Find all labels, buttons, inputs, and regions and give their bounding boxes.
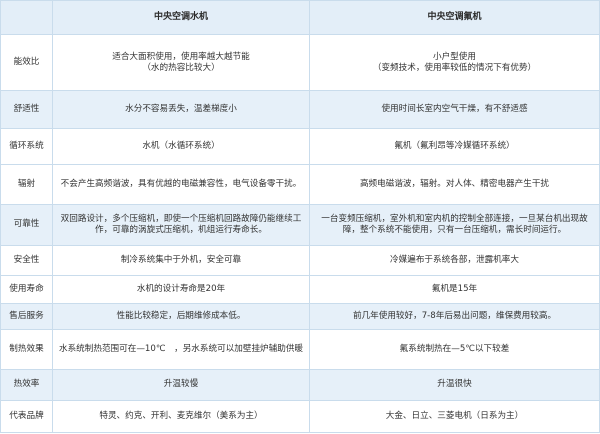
row-label: 舒适性 xyxy=(0,90,53,130)
table-row: 售后服务 性能比较稳定，后期维修成本低。 前几年使用较好，7-8年后易出问题，维… xyxy=(0,302,600,330)
comparison-table: 中央空调水机 中央空调氟机 能效比 适合大面积使用，使用率越大越节能 （水的热容… xyxy=(0,0,600,434)
row-label: 辐射 xyxy=(0,164,53,206)
water-cell: 不会产生高频谐波，具有优越的电磁兼容性，电气设备零干扰。 xyxy=(52,164,310,206)
table-row: 代表品牌 特灵、约克、开利、麦克维尔（美系为主） 大金、日立、三菱电机（日系为主… xyxy=(0,399,600,434)
fluorine-cell: 氟机是15年 xyxy=(309,274,600,304)
fluorine-cell: 小户型使用 （变频技术，使用率较低的情况下有优势） xyxy=(309,34,600,92)
water-cell: 双回路设计，多个压缩机，即使一个压缩机回路故障仍能继续工作，可靠的涡旋式压缩机，… xyxy=(52,204,310,246)
row-label: 安全性 xyxy=(0,244,53,276)
fluorine-cell: 高频电磁谐波，辐射。对人体、精密电器产生干扰 xyxy=(309,164,600,206)
row-label: 循环系统 xyxy=(0,128,53,166)
fluorine-cell: 使用时间长室内空气干燥，有不舒适感 xyxy=(309,90,600,130)
table-row: 辐射 不会产生高频谐波，具有优越的电磁兼容性，电气设备零干扰。 高频电磁谐波，辐… xyxy=(0,164,600,206)
header-label-cell xyxy=(0,0,53,36)
header-water-cell: 中央空调水机 xyxy=(52,0,310,36)
water-cell: 水系统制热范围可在—10℃ ，另水系统可以加壁挂炉辅助供暖 xyxy=(52,328,310,370)
table-row: 制热效果 水系统制热范围可在—10℃ ，另水系统可以加壁挂炉辅助供暖 氟系统制热… xyxy=(0,328,600,370)
table-row: 使用寿命 水机的设计寿命是20年 氟机是15年 xyxy=(0,274,600,304)
row-label: 可靠性 xyxy=(0,204,53,246)
fluorine-cell: 冷媒遍布于系统各部，泄露机率大 xyxy=(309,244,600,276)
fluorine-cell: 氟系统制热在—5℃以下较差 xyxy=(309,328,600,370)
table-row: 可靠性 双回路设计，多个压缩机，即使一个压缩机回路故障仍能继续工作，可靠的涡旋式… xyxy=(0,204,600,246)
fluorine-cell: 氟机（氟利昂等冷媒循环系统） xyxy=(309,128,600,166)
row-label: 售后服务 xyxy=(0,302,53,330)
row-label: 热效率 xyxy=(0,368,53,401)
water-cell: 适合大面积使用，使用率越大越节能 （水的热容比较大） xyxy=(52,34,310,92)
water-cell: 水机的设计寿命是20年 xyxy=(52,274,310,304)
header-fluorine-cell: 中央空调氟机 xyxy=(309,0,600,36)
row-label: 代表品牌 xyxy=(0,399,53,434)
table-row: 热效率 升温较慢 升温很快 xyxy=(0,368,600,401)
water-cell: 升温较慢 xyxy=(52,368,310,401)
table-row: 能效比 适合大面积使用，使用率越大越节能 （水的热容比较大） 小户型使用 （变频… xyxy=(0,34,600,92)
row-label: 使用寿命 xyxy=(0,274,53,304)
header-row: 中央空调水机 中央空调氟机 xyxy=(0,0,600,36)
fluorine-cell: 前几年使用较好，7-8年后易出问题，维保费用较高。 xyxy=(309,302,600,330)
fluorine-cell: 一台变频压缩机，室外机和室内机的控制全部连接，一旦某台机出现故障，整个系统不能使… xyxy=(309,204,600,246)
table-row: 舒适性 水分不容易丢失，温差梯度小 使用时间长室内空气干燥，有不舒适感 xyxy=(0,90,600,130)
row-label: 制热效果 xyxy=(0,328,53,370)
table-row: 安全性 制冷系统集中于外机，安全可靠 冷媒遍布于系统各部，泄露机率大 xyxy=(0,244,600,276)
table-row: 循环系统 水机（水循环系统） 氟机（氟利昂等冷媒循环系统） xyxy=(0,128,600,166)
water-cell: 性能比较稳定，后期维修成本低。 xyxy=(52,302,310,330)
water-cell: 制冷系统集中于外机，安全可靠 xyxy=(52,244,310,276)
water-cell: 水机（水循环系统） xyxy=(52,128,310,166)
water-cell: 水分不容易丢失，温差梯度小 xyxy=(52,90,310,130)
water-cell: 特灵、约克、开利、麦克维尔（美系为主） xyxy=(52,399,310,434)
row-label: 能效比 xyxy=(0,34,53,92)
fluorine-cell: 升温很快 xyxy=(309,368,600,401)
fluorine-cell: 大金、日立、三菱电机（日系为主） xyxy=(309,399,600,434)
